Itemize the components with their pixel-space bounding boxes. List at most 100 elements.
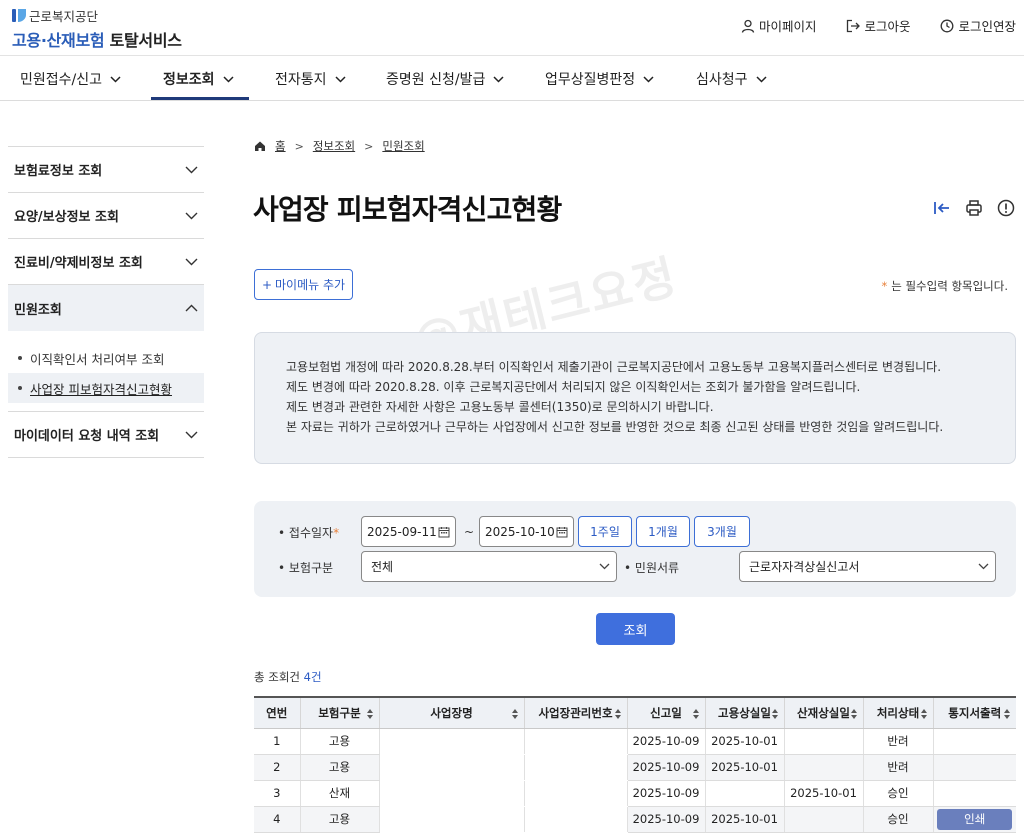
cell-notice-print (932, 754, 1016, 781)
sidebar-item-label: 민원조회 (14, 302, 62, 318)
info-icon[interactable] (996, 198, 1016, 218)
gnb-label: 정보조회 (163, 72, 215, 88)
required-note-text: 는 필수입력 항목입니다. (891, 279, 1008, 293)
sort-icon[interactable] (1004, 709, 1010, 719)
logout-link[interactable]: 로그아웃 (846, 16, 910, 35)
sidebar-subitem-label: 이직확인서 처리여부 조회 (30, 351, 165, 367)
user-icon (741, 19, 755, 33)
sort-icon[interactable] (366, 709, 373, 719)
sidebar-item-care-info[interactable]: 요양/보상정보 조회 (8, 193, 204, 239)
chevron-down-icon (223, 75, 234, 83)
sort-icon[interactable] (850, 709, 857, 719)
gnb-item-civil-application[interactable]: 민원접수/신고 (20, 57, 121, 101)
table-row: 3 산재 2025-10-09 2025-10-01 승인 (254, 780, 1016, 807)
sidebar-subitem-insured-status[interactable]: 사업장 피보험자격신고현황 (8, 373, 204, 403)
cell-report-date: 2025-10-09 (626, 754, 705, 781)
sidebar-item-label: 마이데이터 요청 내역 조회 (14, 429, 160, 444)
column-header-business-name[interactable]: 사업장명 (378, 696, 524, 729)
sidebar-item-medical-fee[interactable]: 진료비/약제비정보 조회 (8, 239, 204, 285)
sidebar-item-premium-info[interactable]: 보험료정보 조회 (8, 147, 204, 193)
date-from-input[interactable]: 2025-09-11 (361, 516, 456, 547)
print-notice-button[interactable]: 인쇄 (937, 808, 1013, 830)
breadcrumb-home[interactable]: 홈 (275, 138, 286, 154)
gnb-item-info-inquiry[interactable]: 정보조회 (163, 57, 234, 101)
bullet-icon (18, 386, 22, 390)
home-icon[interactable] (254, 140, 266, 152)
sort-icon[interactable] (692, 709, 699, 719)
print-icon[interactable] (964, 198, 984, 218)
range-1week-button[interactable]: 1주일 (578, 516, 632, 547)
notice-line: 제도 변경에 따라 2020.8.28. 이후 근로복지공단에서 처리되지 않은… (286, 380, 861, 394)
date-from-value: 2025-09-11 (367, 524, 437, 539)
sort-icon[interactable] (920, 709, 927, 719)
gnb-item-e-notice[interactable]: 전자통지 (275, 57, 346, 101)
sort-icon[interactable] (614, 709, 621, 719)
notice-line: 본 자료는 귀하가 근로하였거나 근무하는 사업장에서 신고한 정보를 반영한 … (286, 420, 944, 434)
site-logo[interactable]: 근로복지공단 고용·산재보험 토탈서비스 (12, 6, 182, 51)
collapse-sidebar-icon[interactable] (932, 198, 952, 218)
column-header-type[interactable]: 보험구분 (299, 696, 379, 729)
gnb-item-certificate[interactable]: 증명원 신청/발급 (386, 57, 504, 101)
calendar-icon[interactable] (556, 526, 568, 538)
cell-no: 2 (254, 754, 300, 781)
insurance-type-select[interactable]: 전체 (361, 551, 617, 582)
sidebar-subitem-separation-cert[interactable]: 이직확인서 처리여부 조회 (8, 343, 204, 373)
date-to-input[interactable]: 2025-10-10 (479, 516, 574, 547)
column-header-status[interactable]: 처리상태 (862, 696, 933, 729)
gnb-item-disease-judgment[interactable]: 업무상질병판정 (545, 57, 654, 101)
cell-no: 1 (254, 728, 300, 755)
cell-business-name (378, 728, 524, 755)
sort-icon[interactable] (771, 709, 778, 719)
column-header-report-date[interactable]: 신고일 (626, 696, 705, 729)
main-nav: 민원접수/신고 정보조회 전자통지 증명원 신청/발급 업무상질병판정 심사청구 (0, 57, 1024, 101)
cell-no: 3 (254, 780, 300, 807)
cell-type: 산재 (299, 780, 379, 807)
mypage-link[interactable]: 마이페이지 (741, 16, 816, 35)
column-header-employment-loss-date[interactable]: 고용상실일 (704, 696, 784, 729)
chevron-down-icon (185, 166, 198, 173)
cell-management-no (523, 780, 627, 807)
document-type-label: • 민원서류 (624, 561, 680, 575)
document-type-value: 근로자자격상실신고서 (749, 560, 860, 574)
sidebar-item-label: 요양/보상정보 조회 (14, 210, 119, 225)
column-header-management-no[interactable]: 사업장관리번호 (523, 696, 627, 729)
cell-status: 승인 (862, 780, 933, 807)
search-button[interactable]: 조회 (596, 613, 675, 645)
sidebar-item-mydata[interactable]: 마이데이터 요청 내역 조회 (8, 412, 204, 458)
cell-type: 고용 (299, 728, 379, 755)
sidebar-item-civil-inquiry[interactable]: 민원조회 (8, 285, 204, 331)
column-header-industrial-loss-date[interactable]: 산재상실일 (783, 696, 863, 729)
cell-report-date: 2025-10-09 (626, 728, 705, 755)
notice-line: 고용보험법 개정에 따라 2020.8.28.부터 이직확인서 제출기관이 근로… (286, 360, 942, 374)
document-type-select[interactable]: 근로자자격상실신고서 (739, 551, 996, 582)
date-to-value: 2025-10-10 (485, 524, 555, 539)
cell-employment-loss-date (704, 780, 784, 807)
page-tools (932, 198, 1016, 218)
util-menu: 마이페이지 로그아웃 로그인연장 (741, 16, 1016, 35)
cell-notice-print (932, 728, 1016, 755)
cell-no: 4 (254, 806, 300, 833)
gnb-label: 심사청구 (696, 72, 748, 88)
cell-status: 승인 (862, 806, 933, 833)
service-name-blue: 고용·산재보험 (12, 31, 105, 50)
sort-icon[interactable] (511, 709, 518, 719)
plus-icon: + (261, 277, 272, 292)
gnb-item-review-request[interactable]: 심사청구 (696, 57, 767, 101)
login-extend-link[interactable]: 로그인연장 (940, 16, 1016, 35)
range-3month-button[interactable]: 3개월 (694, 516, 750, 547)
cell-industrial-loss-date: 2025-10-01 (783, 780, 863, 807)
notice-box: 고용보험법 개정에 따라 2020.8.28.부터 이직확인서 제출기관이 근로… (254, 332, 1016, 464)
breadcrumb-civil-inquiry[interactable]: 민원조회 (382, 138, 424, 154)
logout-icon (847, 19, 861, 32)
cell-status: 반려 (862, 728, 933, 755)
breadcrumb-info-inquiry[interactable]: 정보조회 (313, 138, 355, 154)
cell-notice-print (932, 780, 1016, 807)
logout-label: 로그아웃 (864, 19, 911, 34)
chevron-down-icon (185, 212, 198, 219)
calendar-icon[interactable] (438, 526, 450, 538)
range-1month-button[interactable]: 1개월 (636, 516, 690, 547)
column-header-notice-print[interactable]: 통지서출력 (932, 696, 1016, 729)
cell-management-no (523, 728, 627, 755)
breadcrumb-separator-icon: > (364, 139, 374, 153)
add-mymenu-button[interactable]: + 마이메뉴 추가 (254, 269, 353, 300)
